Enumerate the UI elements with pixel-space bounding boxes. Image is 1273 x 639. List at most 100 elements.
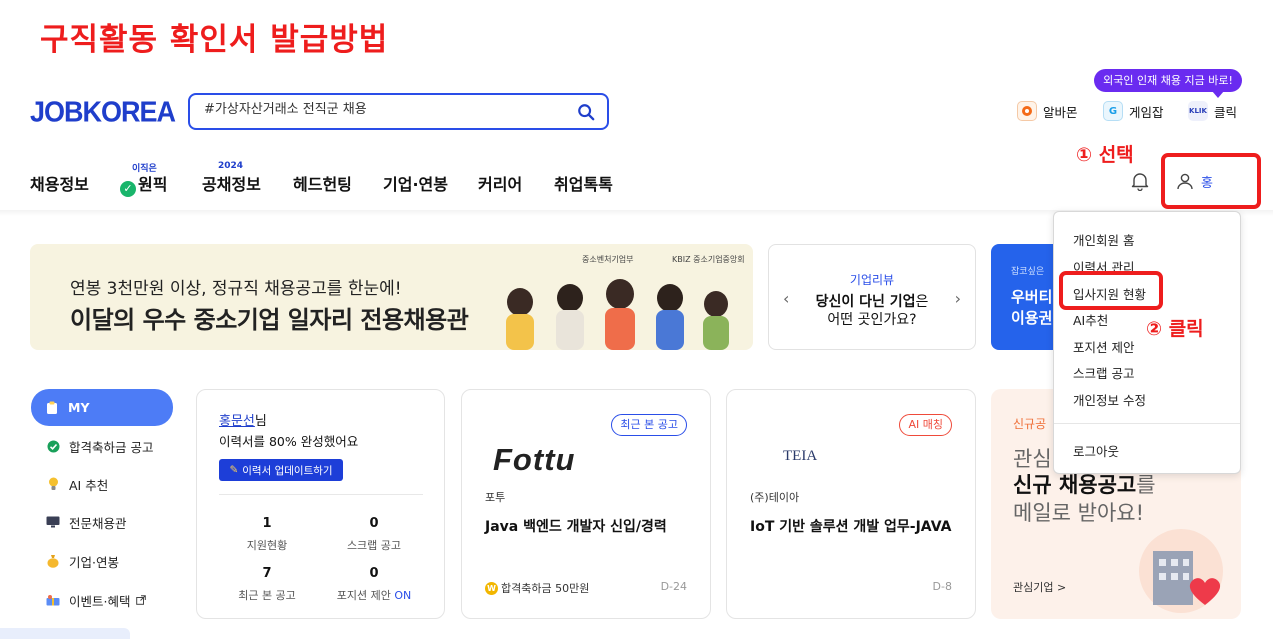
stat-position-offer[interactable]: 0 포지션 제안 ON [319,566,429,603]
job-dday: D-24 [660,580,687,593]
alert-tag: 신규공 [1013,417,1047,431]
banner-line2: 이달의 우수 중소기업 일자리 전용채용관 [70,306,469,334]
alert-line3: 메일로 받아요! [1013,501,1145,525]
guide-highlight-application [1059,271,1163,310]
company-review-banner[interactable]: ‹ 기업리뷰 당신이 다닌 기업은 어떤 곳인가요? › [768,244,976,350]
guide-click-label: ② 클릭 [1146,318,1204,340]
job-company[interactable]: (주)테이아 [750,489,799,505]
user-dropdown-menu: 개인회원 홈 이력서 관리 입사지원 현황 AI추천 포지션 제안 스크랩 공고… [1053,211,1241,474]
foreign-talent-badge[interactable]: 외국인 인재 채용 지금 바로! [1094,69,1242,98]
search-input[interactable] [204,102,564,117]
job-reward: W 합격축하금 50만원 [485,580,589,596]
menu-divider [1054,423,1240,424]
nav-headhunting[interactable]: 헤드헌팅 [293,171,352,195]
nav-onepick-label: 원픽 [138,175,168,194]
family-site-klik[interactable]: KLIK 클릭 [1188,101,1237,121]
resume-completion: 이력서를 80% 완성했어요 [219,434,359,449]
menu-item-position-offer[interactable]: 포지션 제안 [1073,337,1134,356]
nav-job-info[interactable]: 채용정보 [30,171,89,195]
nav-career[interactable]: 커리어 [478,171,522,195]
job-card[interactable]: 최근 본 공고 Fottu 포투 Java 백엔드 개발자 신입/경력 W 합격축… [461,389,711,619]
guide-select-label: ① 선택 [1076,144,1134,166]
check-circle-icon [46,439,60,453]
nav-public-sup: 2024 [218,161,244,171]
job-title[interactable]: IoT 기반 솔루션 개발 업무-JAVA [750,516,951,536]
gift-icon [46,593,60,607]
stat-recent-viewed[interactable]: 7 최근 본 공고 [212,566,322,603]
banner-line1: 연봉 3천만원 이상, 정규직 채용공고를 한눈에! [70,279,402,299]
pencil-icon: ✎ [229,464,239,476]
menu-item-edit-profile[interactable]: 개인정보 수정 [1073,390,1146,409]
check-badge-icon: ✓ [120,181,136,197]
family-site-label: 알바몬 [1043,104,1078,120]
review-tag: 기업리뷰 [849,273,895,287]
job-dday: D-8 [932,580,952,593]
interested-company-link[interactable]: 관심기업 > [1013,579,1066,595]
sidebar-item-label: 이벤트·혜택 [69,593,131,609]
job-title[interactable]: Java 백엔드 개발자 신입/경력 [485,516,667,536]
nav-public-recruit[interactable]: 공채정보 [202,171,261,195]
gamejob-icon: G [1103,101,1123,121]
search-icon[interactable] [577,103,595,121]
coin-icon: W [485,581,498,595]
update-resume-button[interactable]: ✎ 이력서 업데이트하기 [219,459,343,481]
profile-divider [219,494,423,495]
external-link-icon [136,595,147,605]
family-site-label: 게임잡 [1129,104,1164,120]
user-icon[interactable] [1176,172,1194,190]
profile-name[interactable]: 홍문선님 [219,410,267,429]
sidebar-my[interactable]: MY [31,389,173,426]
nav-onepick[interactable]: ✓ 원픽 [120,171,167,197]
nav-job-talk[interactable]: 취업톡톡 [554,171,613,195]
review-line1: 당신이 다닌 기업은 [815,294,929,310]
people-illustration-icon [506,279,729,350]
recent-viewed-chip: 최근 본 공고 [611,414,687,436]
promo-line2: 이용권 [1011,309,1053,327]
guide-title: 구직활동 확인서 발급방법 [40,22,389,58]
stat-applications[interactable]: 1 지원현황 [212,516,322,553]
sidebar-item-reward-jobs[interactable]: 합격축하금 공고 [46,436,153,456]
sidebar-bottom-scroll [0,628,130,639]
banner-org1: 중소벤처기업부 [582,255,634,264]
chevron-right-icon[interactable]: › [955,289,961,308]
family-site-albamon[interactable]: 알바몬 [1017,101,1078,121]
sidebar-item-label: 기업·연봉 [69,554,119,570]
nav-company-salary[interactable]: 기업·연봉 [383,171,448,195]
stat-scrap[interactable]: 0 스크랩 공고 [319,516,429,553]
family-site-gamejob[interactable]: G 게임잡 [1103,101,1164,121]
menu-item-personal-home[interactable]: 개인회원 홈 [1073,230,1134,249]
klik-icon: KLIK [1188,101,1208,121]
sidebar-item-ai[interactable]: AI 추천 [46,474,108,494]
albamon-icon [1017,101,1037,121]
company-logo: Fottu [493,442,576,477]
review-line2: 어떤 곳인가요? [827,312,917,328]
company-logo: TEIA [783,448,818,464]
job-card[interactable]: AI 매칭 TEIA (주)테이아 IoT 기반 솔루션 개발 업무-JAVA … [726,389,976,619]
sidebar-my-label: MY [68,400,90,415]
banner-org2: KBIZ 중소기업중앙회 [672,255,745,264]
bell-icon[interactable] [1131,171,1149,191]
building-heart-icon [1139,529,1223,613]
sidebar-item-label: 합격축하금 공고 [69,439,154,455]
lightbulb-icon [46,477,60,491]
sme-recruit-banner[interactable]: 연봉 3천만원 이상, 정규직 채용공고를 한눈에! 이달의 우수 중소기업 일… [30,244,753,350]
ai-match-chip: AI 매칭 [899,414,952,436]
user-menu-name[interactable]: 홍 [1201,172,1213,191]
monitor-icon [46,515,60,529]
search-box[interactable] [188,93,609,130]
menu-item-scrap[interactable]: 스크랩 공고 [1073,363,1134,382]
jobkorea-logo[interactable]: JOBKOREA [30,96,176,129]
sidebar-item-company-salary[interactable]: 기업·연봉 [46,551,119,571]
profile-card: 홍문선님 이력서를 80% 완성했어요 ✎ 이력서 업데이트하기 1 지원현황 0스… [196,389,445,619]
menu-item-ai-recommend[interactable]: AI추천 [1073,310,1108,329]
menu-item-logout[interactable]: 로그아웃 [1073,441,1119,460]
sidebar-item-label: AI 추천 [69,477,109,493]
sidebar-item-label: 전문채용관 [69,515,127,531]
clipboard-icon [45,401,59,415]
sidebar-item-event[interactable]: 이벤트·혜택 [46,590,147,610]
sidebar-item-specialist[interactable]: 전문채용관 [46,512,127,532]
job-company[interactable]: 포투 [485,489,505,505]
family-site-label: 클릭 [1214,104,1238,120]
promo-small: 잡코싶은 [1011,267,1045,277]
promo-line1: 우버티 [1011,288,1053,306]
